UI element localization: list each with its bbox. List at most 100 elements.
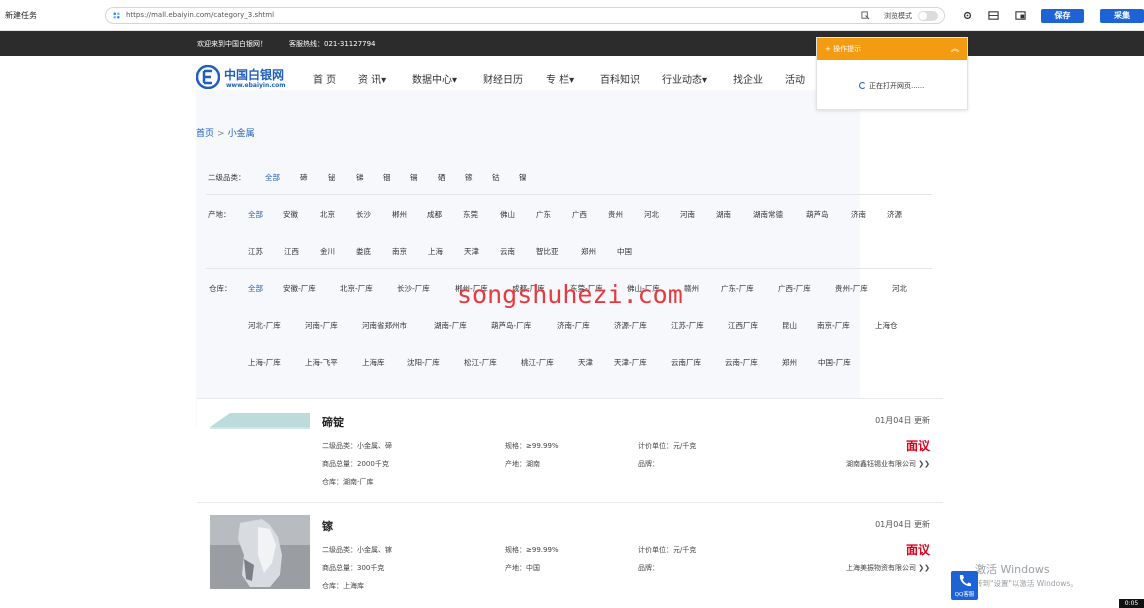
site-logo[interactable]: 中国白银网 www.ebaiyin.com (196, 65, 288, 91)
level2-option[interactable]: 锑 (356, 172, 364, 183)
origin-option[interactable]: 广西 (572, 209, 587, 220)
nav-wiki[interactable]: 百科知识 (600, 71, 640, 86)
warehouse-option[interactable]: 安徽-厂库 (283, 283, 316, 294)
panel-icon[interactable] (988, 10, 999, 21)
origin-option[interactable]: 安徽 (283, 209, 298, 220)
origin-option[interactable]: 广东 (536, 209, 551, 220)
warehouse-option[interactable]: 上海仓 (875, 320, 898, 331)
origin-option[interactable]: 济南 (851, 209, 866, 220)
warehouse-option[interactable]: 桃江-厂库 (521, 357, 554, 368)
origin-option[interactable]: 金川 (320, 246, 335, 257)
product-title[interactable]: 碲锭 (322, 414, 344, 430)
warehouse-option[interactable]: 葫芦岛-厂库 (491, 320, 531, 331)
settings-icon[interactable] (962, 10, 973, 21)
browse-mode-toggle[interactable] (918, 11, 938, 21)
level2-option[interactable]: 镓 (465, 172, 473, 183)
origin-option[interactable]: 佛山 (500, 209, 515, 220)
origin-option[interactable]: 天津 (464, 246, 479, 257)
breadcrumb-home[interactable]: 首页 (196, 129, 214, 139)
origin-option[interactable]: 郑州 (581, 246, 596, 257)
company-name[interactable]: 上海美振物资有限公司 (846, 564, 916, 572)
origin-option[interactable]: 上海 (428, 246, 443, 257)
product-image[interactable] (210, 411, 310, 483)
selector-icon[interactable] (861, 11, 870, 20)
origin-option[interactable]: 江西 (284, 246, 299, 257)
warehouse-option[interactable]: 长沙-厂库 (397, 283, 430, 294)
level2-option[interactable]: 铋 (328, 172, 336, 183)
tab-title[interactable]: 新建任务 (5, 10, 37, 21)
warehouse-option[interactable]: 松江-厂库 (464, 357, 497, 368)
warehouse-option[interactable]: 沈阳-厂库 (407, 357, 440, 368)
origin-option[interactable]: 湖南 (716, 209, 731, 220)
warehouse-option[interactable]: 湖南-厂库 (434, 320, 467, 331)
nav-activity[interactable]: 活动 (785, 71, 805, 86)
level2-option[interactable]: 全部 (265, 172, 280, 183)
warehouse-option[interactable]: 河北-厂库 (248, 320, 281, 331)
warehouse-option[interactable]: 郑州 (782, 357, 797, 368)
save-button[interactable]: 保存 (1041, 9, 1084, 23)
warehouse-option[interactable]: 上海库 (362, 357, 385, 368)
warehouse-option[interactable]: 南京-厂库 (817, 320, 850, 331)
level2-option[interactable]: 铟 (383, 172, 391, 183)
origin-option[interactable]: 全部 (248, 209, 263, 220)
warehouse-option[interactable]: 江西厂库 (728, 320, 758, 331)
origin-option[interactable]: 智比亚 (536, 246, 559, 257)
origin-option[interactable]: 南京 (392, 246, 407, 257)
origin-option[interactable]: 贵州 (608, 209, 623, 220)
level2-option[interactable]: 镍 (519, 172, 527, 183)
product-title[interactable]: 镓 (322, 518, 333, 534)
origin-option[interactable]: 济源 (887, 209, 902, 220)
level2-option[interactable]: 硒 (438, 172, 446, 183)
warehouse-option[interactable]: 上海-厂库 (248, 357, 281, 368)
nav-column[interactable]: 专 栏▾ (546, 71, 574, 86)
nav-news[interactable]: 资 讯▾ (358, 71, 386, 86)
warehouse-option[interactable]: 江苏-厂库 (671, 320, 704, 331)
warehouse-option[interactable]: 河北 (892, 283, 907, 294)
url-text[interactable]: https://mall.ebaiyin.com/category_3.shtm… (126, 11, 274, 19)
warehouse-option[interactable]: 全部 (248, 283, 263, 294)
origin-option[interactable]: 东莞 (463, 209, 478, 220)
level2-option[interactable]: 碲 (300, 172, 308, 183)
level2-option[interactable]: 镉 (410, 172, 418, 183)
origin-option[interactable]: 河北 (644, 209, 659, 220)
warehouse-option[interactable]: 中国-厂库 (818, 357, 851, 368)
product-image[interactable] (210, 515, 310, 589)
breadcrumb-current[interactable]: 小金属 (228, 129, 255, 139)
qq-support-button[interactable]: QQ客服 (951, 571, 978, 600)
product-company[interactable]: 湖南鑫钰锡业有限公司 ❯❯ (846, 459, 930, 469)
warehouse-option[interactable]: 上海-飞平 (305, 357, 338, 368)
origin-option[interactable]: 郴州 (392, 209, 407, 220)
origin-option[interactable]: 北京 (320, 209, 335, 220)
warehouse-option[interactable]: 天津-厂库 (614, 357, 647, 368)
collapse-icon[interactable]: ︽ (951, 38, 959, 60)
nav-home[interactable]: 首 页 (313, 71, 336, 86)
nav-data-center[interactable]: 数据中心▾ (412, 71, 457, 86)
warehouse-option[interactable]: 北京-厂库 (340, 283, 373, 294)
nav-company[interactable]: 找企业 (733, 71, 763, 86)
warehouse-option[interactable]: 云南厂库 (671, 357, 701, 368)
warehouse-option[interactable]: 广东-厂库 (721, 283, 754, 294)
warehouse-option[interactable]: 河南-厂库 (305, 320, 338, 331)
product-card[interactable]: 碲锭 01月04日 更新 面议 湖南鑫钰锡业有限公司 ❯❯ 二级品类：小金属、碲… (197, 398, 943, 502)
warehouse-option[interactable]: 广西-厂库 (778, 283, 811, 294)
company-name[interactable]: 湖南鑫钰锡业有限公司 (846, 460, 916, 468)
nav-calendar[interactable]: 财经日历 (483, 71, 523, 86)
product-company[interactable]: 上海美振物资有限公司 ❯❯ (846, 563, 930, 573)
origin-option[interactable]: 成都 (427, 209, 442, 220)
url-bar[interactable]: https://mall.ebaiyin.com/category_3.shtm… (105, 7, 945, 24)
warehouse-option[interactable]: 贵州-厂库 (835, 283, 868, 294)
window-icon[interactable] (1015, 10, 1026, 21)
origin-option[interactable]: 云南 (500, 246, 515, 257)
warehouse-option[interactable]: 云南-厂库 (725, 357, 758, 368)
origin-option[interactable]: 江苏 (248, 246, 263, 257)
origin-option[interactable]: 葫芦岛 (806, 209, 829, 220)
warehouse-option[interactable]: 河南省郑州市 (362, 320, 407, 331)
product-card[interactable]: 镓 01月04日 更新 面议 上海美振物资有限公司 ❯❯ 二级品类：小金属、镓 … (197, 502, 943, 608)
warehouse-option[interactable]: 济南-厂库 (557, 320, 590, 331)
level2-option[interactable]: 钴 (492, 172, 500, 183)
warehouse-option[interactable]: 赣州 (684, 283, 699, 294)
warehouse-option[interactable]: 昆山 (782, 320, 797, 331)
collect-button[interactable]: 采集 (1100, 9, 1144, 23)
nav-industry[interactable]: 行业动态▾ (662, 71, 707, 86)
origin-option[interactable]: 娄底 (356, 246, 371, 257)
